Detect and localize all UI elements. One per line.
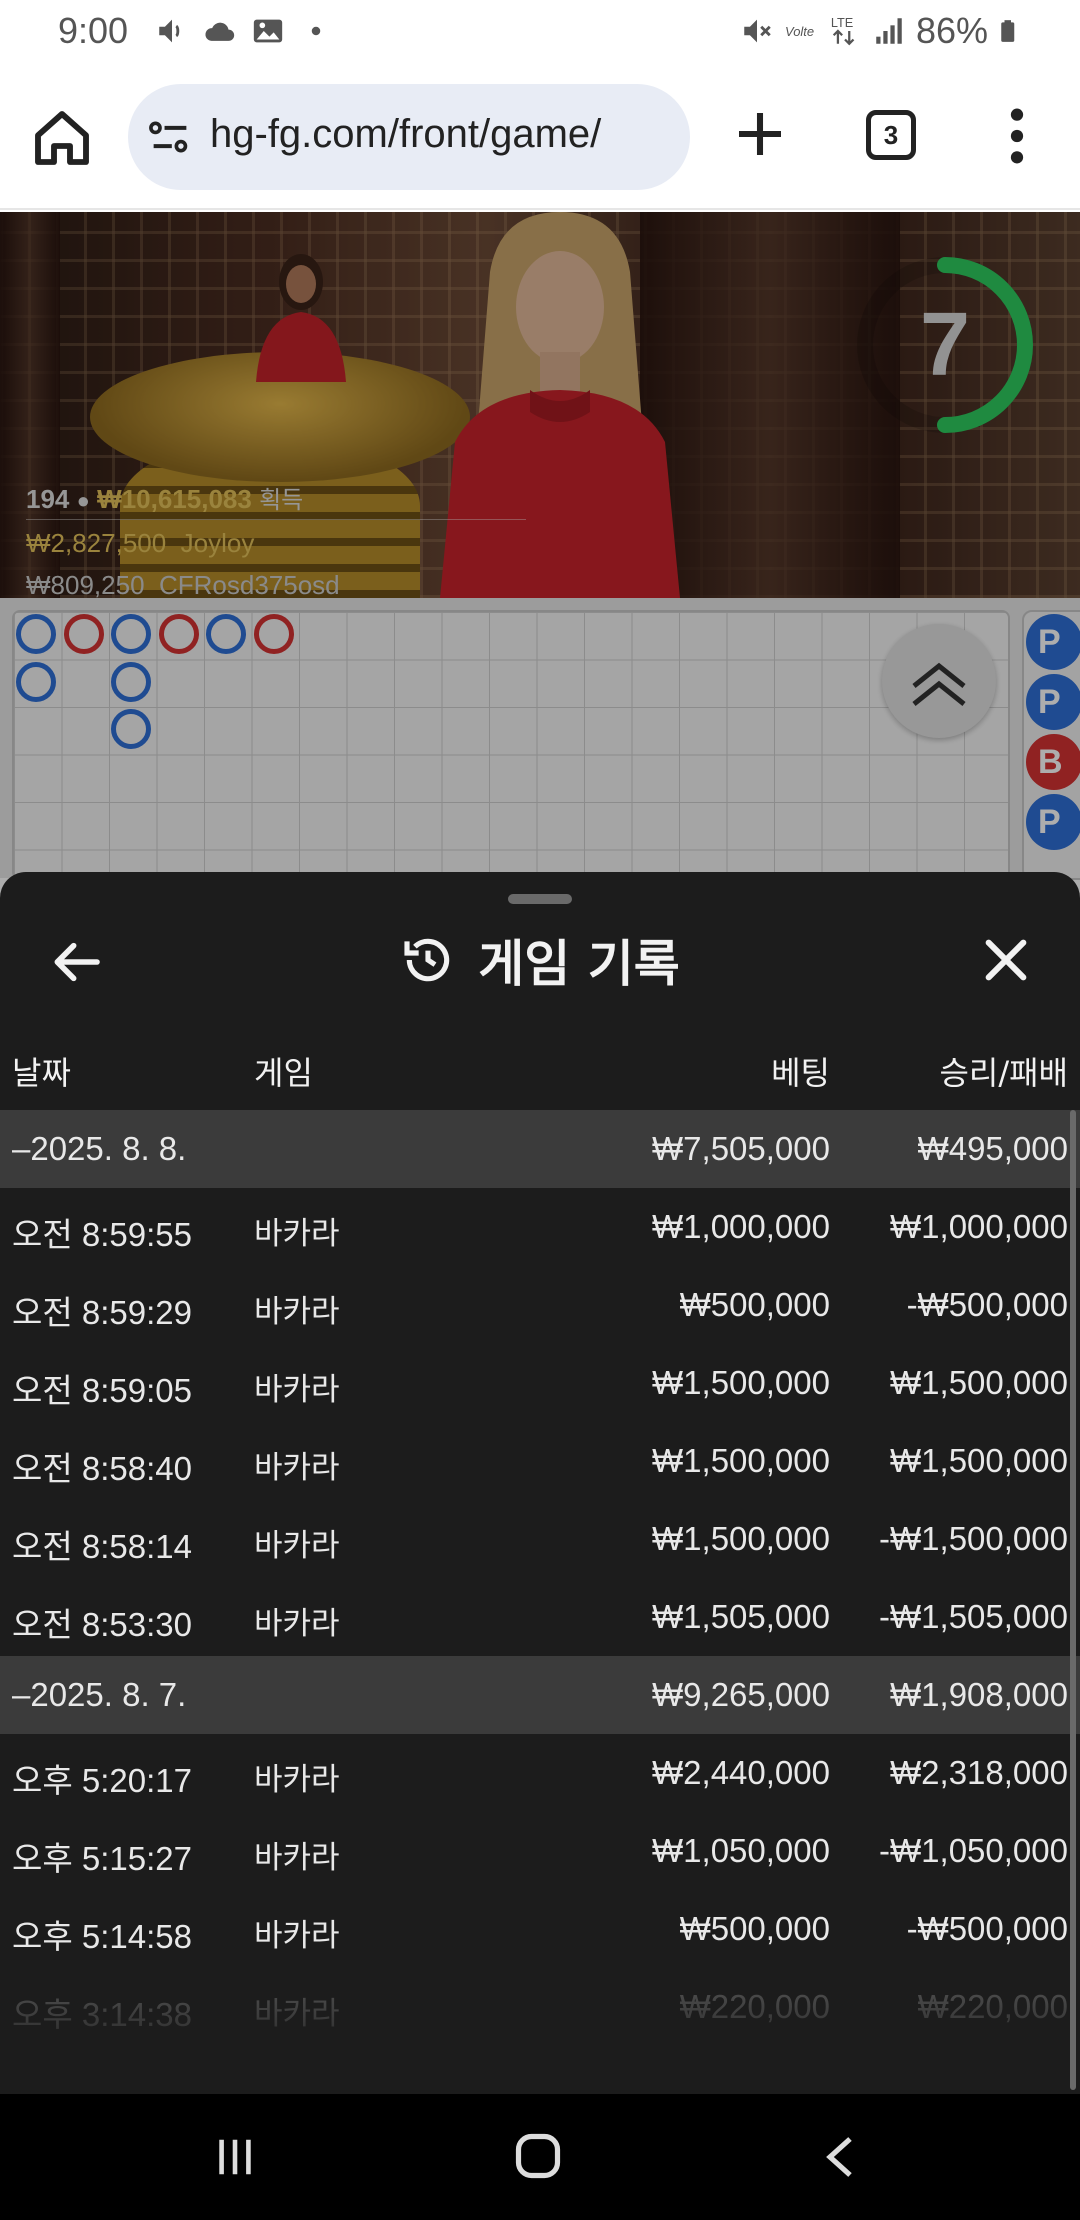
row-win-loss: ₩495,000 — [917, 1130, 1068, 1167]
lte-icon: LTE — [831, 15, 855, 46]
column-header-game: 게임 — [254, 1054, 313, 1092]
svg-text:LTE: LTE — [831, 15, 853, 30]
history-row[interactable]: 오전 8:58:40 바카라 ₩1,500,000 ₩1,500,000 — [0, 1422, 1080, 1500]
row-game: 바카라 — [254, 1762, 340, 1798]
recent-apps-icon[interactable] — [212, 2134, 258, 2180]
status-icons-right: Volte LTE 86% — [740, 10, 1024, 52]
column-header-date: 날짜 — [12, 1054, 71, 1092]
row-date: –2025. 8. 7. — [12, 1676, 187, 1713]
row-bet: ₩1,500,000 — [652, 1520, 830, 1557]
drag-handle[interactable] — [508, 894, 572, 904]
row-date: 오후 5:20:17 — [12, 1762, 192, 1799]
history-list[interactable]: –2025. 8. 8. ₩7,505,000 ₩495,000 오전 8:59:55… — [0, 1110, 1080, 2046]
more-menu-icon[interactable] — [1000, 104, 1034, 168]
status-bar: 9:00 Volte LTE 86% — [0, 0, 1080, 64]
row-date: 오후 5:14:58 — [12, 1918, 192, 1955]
status-time: 9:00 — [58, 10, 129, 51]
tab-switcher-button[interactable]: 3 — [866, 110, 916, 160]
row-win-loss: -₩1,050,000 — [879, 1832, 1068, 1869]
row-win-loss: ₩1,500,000 — [890, 1442, 1068, 1479]
close-icon[interactable] — [980, 934, 1032, 986]
home-icon[interactable] — [30, 106, 94, 170]
sheet-header: 게임 기록 — [0, 924, 1080, 996]
scrollbar[interactable] — [1070, 1110, 1076, 2090]
history-row[interactable]: 오후 5:20:17 바카라 ₩2,440,000 ₩2,318,000 — [0, 1734, 1080, 1812]
row-win-loss: -₩1,500,000 — [879, 1520, 1068, 1557]
sheet-title: 게임 기록 — [478, 935, 680, 993]
row-bet: ₩2,440,000 — [652, 1754, 830, 1791]
browser-toolbar: hg-fg.com/front/game/ 3 — [0, 64, 1080, 210]
row-game: 바카라 — [254, 1450, 340, 1486]
date-group-row[interactable]: –2025. 8. 8. ₩7,505,000 ₩495,000 — [0, 1110, 1080, 1188]
address-bar[interactable]: hg-fg.com/front/game/ — [128, 84, 690, 190]
history-row[interactable]: 오후 5:15:27 바카라 ₩1,050,000 -₩1,050,000 — [0, 1812, 1080, 1890]
row-win-loss: ₩1,500,000 — [890, 1364, 1068, 1401]
row-date: 오후 5:15:27 — [12, 1840, 192, 1877]
row-bet: ₩1,500,000 — [652, 1442, 830, 1479]
column-header-win-loss: 승리/패배 — [939, 1054, 1068, 1092]
column-header-bet: 베팅 — [771, 1054, 830, 1092]
row-win-loss: -₩500,000 — [906, 1286, 1068, 1323]
new-tab-icon[interactable] — [732, 106, 788, 162]
row-win-loss: ₩1,908,000 — [890, 1676, 1068, 1713]
row-win-loss: -₩1,505,000 — [879, 1598, 1068, 1635]
row-bet: ₩9,265,000 — [652, 1676, 830, 1713]
history-icon — [404, 938, 450, 982]
row-date: 오전 8:58:14 — [12, 1528, 192, 1565]
battery-percent: 86% — [915, 10, 988, 51]
history-row[interactable]: 오전 8:58:14 바카라 ₩1,500,000 -₩1,500,000 — [0, 1500, 1080, 1578]
row-bet: ₩500,000 — [679, 1286, 830, 1323]
row-date: 오전 8:59:29 — [12, 1294, 192, 1331]
list-fade — [0, 1974, 1080, 2094]
battery-icon — [1001, 20, 1015, 42]
status-icons-left — [155, 14, 333, 48]
row-game: 바카라 — [254, 1606, 340, 1642]
dot-icon — [311, 26, 321, 36]
date-group-row[interactable]: –2025. 8. 7. ₩9,265,000 ₩1,908,000 — [0, 1656, 1080, 1734]
row-bet: ₩7,505,000 — [652, 1130, 830, 1167]
row-bet: ₩1,050,000 — [652, 1832, 830, 1869]
history-row[interactable]: 오후 5:14:58 바카라 ₩500,000 -₩500,000 — [0, 1890, 1080, 1968]
home-nav-icon[interactable] — [512, 2130, 564, 2182]
url-text[interactable]: hg-fg.com/front/game/ — [210, 112, 670, 157]
gallery-icon — [253, 19, 283, 43]
row-bet: ₩1,500,000 — [652, 1364, 830, 1401]
svg-text:Volte: Volte — [785, 24, 814, 39]
cloud-icon — [205, 22, 235, 41]
history-row[interactable]: 오전 8:59:29 바카라 ₩500,000 -₩500,000 — [0, 1266, 1080, 1344]
history-row[interactable]: 오전 8:53:30 바카라 ₩1,505,000 -₩1,505,000 — [0, 1578, 1080, 1656]
row-bet: ₩1,505,000 — [652, 1598, 830, 1635]
history-row[interactable]: 오전 8:59:55 바카라 ₩1,000,000 ₩1,000,000 — [0, 1188, 1080, 1266]
row-win-loss: ₩1,000,000 — [890, 1208, 1068, 1245]
row-game: 바카라 — [254, 1918, 340, 1954]
history-row[interactable]: 오전 8:59:05 바카라 ₩1,500,000 ₩1,500,000 — [0, 1344, 1080, 1422]
mute-icon — [744, 19, 771, 43]
row-game: 바카라 — [254, 1528, 340, 1564]
back-nav-icon[interactable] — [820, 2132, 860, 2182]
row-date: 오전 8:53:30 — [12, 1606, 192, 1643]
row-win-loss: -₩500,000 — [906, 1910, 1068, 1947]
row-date: 오전 8:59:05 — [12, 1372, 192, 1409]
row-game: 바카라 — [254, 1372, 340, 1408]
site-settings-icon[interactable] — [148, 117, 192, 157]
game-history-sheet: 게임 기록 날짜 게임 베팅 승리/패배 –2025. 8. 8. ₩7,505,… — [0, 872, 1080, 2094]
row-bet: ₩500,000 — [679, 1910, 830, 1947]
row-win-loss: ₩2,318,000 — [890, 1754, 1068, 1791]
row-date: 오전 8:59:55 — [12, 1216, 192, 1253]
row-game: 바카라 — [254, 1294, 340, 1330]
signal-icon — [876, 18, 902, 44]
row-bet: ₩1,000,000 — [652, 1208, 830, 1245]
row-date: 오전 8:58:40 — [12, 1450, 192, 1487]
volume-icon — [159, 19, 180, 43]
row-game: 바카라 — [254, 1216, 340, 1252]
system-nav-bar — [0, 2094, 1080, 2220]
row-game: 바카라 — [254, 1840, 340, 1876]
row-date: –2025. 8. 8. — [12, 1130, 187, 1167]
volte-icon: Volte — [785, 24, 814, 39]
dim-overlay[interactable] — [0, 212, 1080, 912]
